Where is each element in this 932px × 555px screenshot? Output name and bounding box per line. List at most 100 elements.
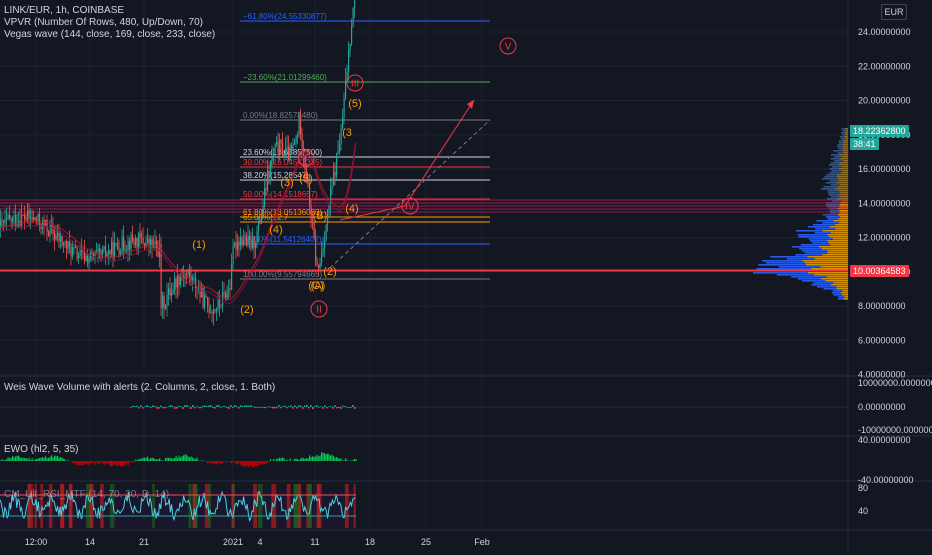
candle-body bbox=[344, 98, 345, 118]
ewo-bar bbox=[87, 461, 88, 464]
weis-bar bbox=[246, 405, 248, 407]
weis-bar bbox=[318, 407, 320, 408]
candle-body bbox=[29, 210, 30, 217]
ewo-bar bbox=[63, 459, 64, 461]
candle-body bbox=[177, 275, 178, 288]
candle-body bbox=[291, 146, 292, 149]
vpvr-bar-down bbox=[835, 228, 848, 230]
projection-arrow-line bbox=[405, 100, 474, 206]
ewo-bar bbox=[125, 461, 126, 465]
ewo-bar bbox=[141, 459, 142, 461]
vpvr-bar-down bbox=[842, 290, 848, 292]
ewo-bar bbox=[284, 458, 285, 461]
candle-body bbox=[36, 220, 37, 221]
candle-body bbox=[140, 233, 141, 238]
candle-body bbox=[174, 279, 175, 290]
wave-label-wB: (B) bbox=[313, 210, 328, 222]
candle-body bbox=[266, 188, 267, 190]
candle-body bbox=[75, 247, 76, 248]
vpvr-bar-down bbox=[819, 246, 848, 248]
vpvr-bar-up bbox=[813, 224, 835, 226]
candle-body bbox=[249, 236, 250, 240]
ewo-bar bbox=[65, 459, 66, 461]
vpvr-bar-down bbox=[842, 166, 848, 168]
ewo-title[interactable]: EWO (hl2, 5, 35) bbox=[4, 444, 78, 455]
weis-bar bbox=[260, 407, 262, 408]
ewo-bar bbox=[86, 461, 87, 463]
price-axis-label: 16.00000000 bbox=[858, 164, 911, 174]
weis-bar bbox=[240, 405, 242, 407]
weis-wave-title[interactable]: Weis Wave Volume with alerts (2. Columns… bbox=[4, 382, 275, 393]
candle-body bbox=[206, 296, 207, 298]
weis-axis-label: 10000000.00000000 bbox=[858, 378, 932, 388]
ewo-bar bbox=[15, 456, 16, 461]
candle-body bbox=[41, 224, 42, 228]
candle-body bbox=[176, 279, 177, 288]
candle-body bbox=[171, 293, 172, 296]
vpvr-bar-down bbox=[840, 204, 848, 206]
rsi-title[interactable]: CM_Ult_RSI_MTF (14, 70, 30, D, 14) bbox=[4, 489, 169, 500]
chart-canvas[interactable]: 24.0000000022.0000000020.0000000018.0000… bbox=[0, 0, 932, 550]
rsi-background-bar bbox=[232, 484, 234, 528]
candle-body bbox=[204, 296, 205, 308]
weis-bar bbox=[342, 406, 344, 407]
ewo-bar bbox=[180, 458, 181, 461]
candle-body bbox=[288, 147, 289, 160]
weis-bar bbox=[286, 407, 288, 408]
ewo-bar bbox=[92, 461, 93, 463]
ewo-bar bbox=[299, 460, 300, 461]
symbol-legend[interactable]: LINK/EUR, 1h, COINBASE bbox=[4, 5, 124, 17]
vpvr-bar-up bbox=[777, 274, 814, 276]
vpvr-bar-up bbox=[841, 138, 845, 140]
ewo-bar bbox=[101, 461, 102, 462]
candle-body bbox=[246, 238, 247, 245]
chart-area[interactable]: 24.0000000022.0000000020.0000000018.0000… bbox=[0, 0, 932, 550]
ewo-bar bbox=[236, 461, 237, 464]
weis-bar bbox=[222, 406, 224, 407]
weis-bar bbox=[256, 407, 258, 408]
ewo-bar bbox=[53, 458, 54, 461]
candle-body bbox=[131, 235, 132, 249]
vpvr-bar-up bbox=[758, 264, 806, 266]
vpvr-bar-down bbox=[827, 240, 848, 242]
ewo-bar bbox=[116, 461, 117, 466]
vpvr-bar-down bbox=[833, 238, 848, 240]
ewo-bar bbox=[318, 456, 319, 461]
vpvr-bar-up bbox=[839, 148, 843, 150]
candle-body bbox=[324, 241, 325, 248]
ewo-bar bbox=[155, 459, 156, 461]
vpvr-bar-up bbox=[833, 294, 842, 296]
vpvr-bar-up bbox=[791, 276, 827, 278]
rsi-background-bar bbox=[354, 484, 356, 528]
vpvr-legend[interactable]: VPVR (Number Of Rows, 480, Up/Down, 70) bbox=[4, 17, 203, 29]
ewo-bar bbox=[93, 461, 94, 462]
candle-body bbox=[263, 206, 264, 216]
candle-body bbox=[216, 309, 217, 310]
ewo-bar bbox=[240, 461, 241, 464]
vpvr-bar-up bbox=[826, 182, 836, 184]
vpvr-bar-up bbox=[802, 280, 825, 282]
ewo-bar bbox=[146, 458, 147, 461]
vegas-legend[interactable]: Vegas wave (144, close, 169, close, 233,… bbox=[4, 29, 215, 41]
vpvr-bar-down bbox=[843, 146, 848, 148]
ewo-bar bbox=[242, 461, 243, 466]
vpvr-bar-down bbox=[837, 174, 848, 176]
candle-body bbox=[293, 144, 294, 149]
wave-label-w3_mid: (3) bbox=[280, 177, 293, 189]
ewo-bar bbox=[72, 461, 73, 463]
ewo-bar bbox=[99, 461, 100, 463]
candle-body bbox=[104, 247, 105, 250]
currency-badge[interactable]: EUR bbox=[881, 4, 907, 20]
candle-body bbox=[282, 143, 283, 156]
vpvr-bar-up bbox=[843, 130, 846, 132]
ewo-bar bbox=[287, 460, 288, 461]
wave-label-I: I bbox=[305, 154, 308, 165]
weis-bar bbox=[334, 405, 336, 407]
candle-body bbox=[155, 241, 156, 244]
candle-body bbox=[321, 253, 322, 263]
vpvr-bar-up bbox=[831, 196, 839, 198]
weis-bar bbox=[234, 405, 236, 407]
candle-body bbox=[5, 219, 6, 223]
ewo-bar bbox=[89, 461, 90, 465]
candle-body bbox=[267, 171, 268, 190]
